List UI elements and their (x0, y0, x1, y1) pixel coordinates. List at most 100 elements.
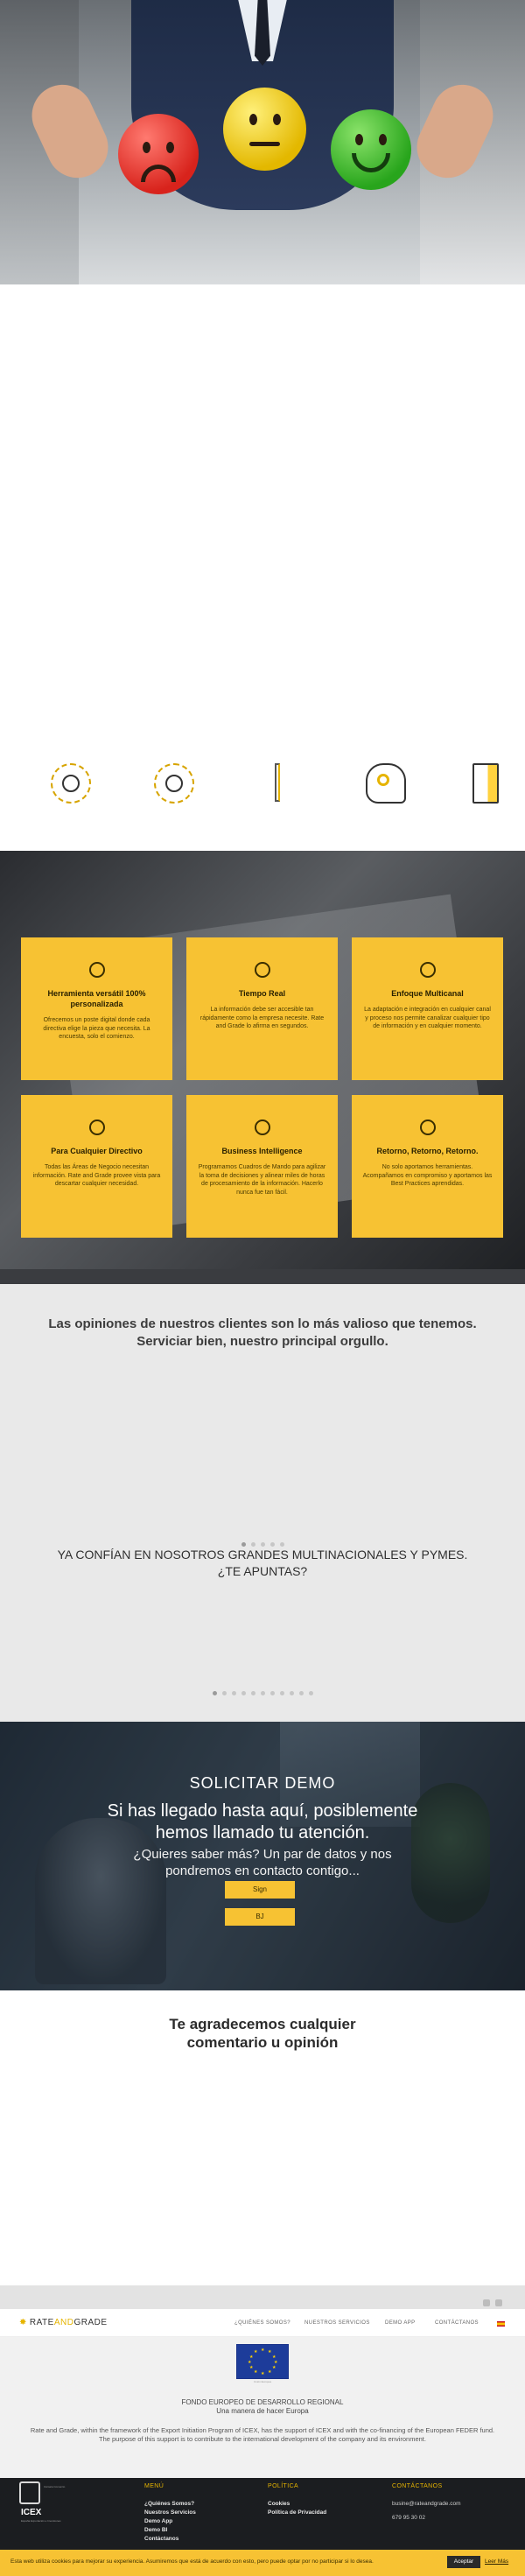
sad-face-icon (118, 114, 199, 194)
carousel-dot[interactable] (289, 1691, 294, 1695)
feature-card-title: Enfoque Multicanal (391, 989, 464, 998)
top-strip (0, 2285, 525, 2309)
site-logo[interactable]: ✸ RATEANDGRADE (19, 2318, 108, 2327)
demo-headline: Si has llegado hasta aquí, posiblemente … (52, 1800, 472, 1844)
head-gear-icon (366, 763, 406, 804)
cookie-text: Esta web utiliza cookies para mejorar su… (10, 2558, 374, 2565)
clients-carousel-dots[interactable] (0, 1682, 525, 1699)
cookie-read-more-link[interactable]: Leer Más (485, 2558, 508, 2565)
footer-contact-phone[interactable]: 679 95 30 02 (392, 2514, 461, 2523)
testimonials-heading-line: Serviciar bien, nuestro principal orgull… (136, 1334, 388, 1349)
carousel-dot[interactable] (231, 1691, 236, 1695)
carousel-dot[interactable] (308, 1691, 313, 1695)
feature-card-versatile: Herramienta versátil 100% personalizada … (21, 937, 172, 1080)
feedback-heading: Te agradecemos cualquier comentario u op… (52, 2015, 472, 2052)
features-section: Herramienta versátil 100% personalizada … (0, 851, 525, 1269)
carousel-dot[interactable] (221, 1691, 227, 1695)
section-divider (0, 1269, 525, 1284)
neutral-face-icon (223, 88, 306, 171)
feature-card-title: Retorno, Retorno, Retorno. (376, 1147, 479, 1155)
demo-button-secondary[interactable]: BJ (225, 1908, 295, 1926)
footer-policy-link[interactable]: Política de Privacidad (268, 2509, 326, 2517)
testimonials-heading-line: Las opiniones de nuestros clientes son l… (48, 1316, 477, 1331)
carousel-dot[interactable] (270, 1691, 275, 1695)
funding-text: Rate and Grade, within the framework of … (30, 2426, 495, 2443)
clients-heading-line: YA CONFÍAN EN NOSOTROS GRANDES MULTINACI… (57, 1548, 468, 1562)
feedback-heading-line: comentario u opinión (186, 2034, 339, 2051)
director-icon (88, 1120, 105, 1135)
feature-card-realtime: Tiempo Real La información debe ser acce… (186, 937, 338, 1080)
footer-contact-email[interactable]: busine@rateandgrade.com (392, 2500, 461, 2509)
funding-line2: Una manera de hacer Europa (216, 2407, 309, 2415)
chamber-logo-caption: Cámara Comercio (44, 2485, 66, 2488)
eu-flag-icon: ★ ★ ★ ★ ★ ★ ★ ★ ★ ★ ★ ★ (236, 2344, 289, 2379)
icon-row (0, 763, 525, 812)
chamber-logo-icon (19, 2481, 40, 2504)
site-header: ✸ RATEANDGRADE ¿QUIÉNES SOMOS? NUESTROS S… (0, 2309, 525, 2337)
demo-headline-line: hemos llamado tu atención. (155, 1823, 370, 1843)
footer-policy-column: POLÍTICA Cookies Política de Privacidad (268, 2483, 326, 2517)
footer-menu-column: MENÚ ¿Quiénes Somos? Nuestros Servicios … (144, 2483, 196, 2544)
demo-title: SOLICITAR DEMO (189, 1774, 336, 1792)
carousel-dot[interactable] (260, 1691, 265, 1695)
team-icon (51, 763, 91, 804)
nav-nuestros-servicios[interactable]: NUESTROS SERVICIOS (304, 2320, 370, 2326)
feature-card-multichannel: Enfoque Multicanal La adaptación e integ… (352, 937, 503, 1080)
feature-card-director: Para Cualquier Directivo Todas las Áreas… (21, 1095, 172, 1238)
testimonials-section: Las opiniones de nuestros clientes son l… (0, 1284, 525, 1722)
page: Herramienta versátil 100% personalizada … (0, 0, 525, 2576)
social-icons (478, 2293, 502, 2310)
carousel-dot[interactable] (279, 1691, 284, 1695)
demo-sub-line: pondremos en contacto contigo... (165, 1864, 360, 1878)
eu-flag-caption: Unión Europea (253, 2380, 271, 2383)
spain-flag-icon[interactable] (497, 2321, 505, 2327)
tools-icon (88, 962, 105, 978)
icex-logo-caption: España Exportación e Inversiones (21, 2519, 61, 2523)
footer-menu-link[interactable]: Demo BI (144, 2526, 196, 2535)
cookie-accept-button[interactable]: Aceptar (447, 2556, 480, 2568)
site-footer: Cámara Comercio ICEX España Exportación … (0, 2478, 525, 2550)
demo-headline-line: Si has llegado hasta aquí, posiblemente (107, 1801, 418, 1821)
footer-policy-link[interactable]: Cookies (268, 2500, 326, 2509)
nav-contactanos[interactable]: CONTÁCTANOS (435, 2320, 479, 2326)
social-icon[interactable] (483, 2299, 490, 2306)
footer-contact-column: CONTÁCTANOS busine@rateandgrade.com 679 … (392, 2483, 461, 2523)
expand-icon (419, 962, 436, 978)
footer-menu-link[interactable]: ¿Quiénes Somos? (144, 2500, 196, 2509)
carousel-dot[interactable] (212, 1691, 217, 1695)
demo-button-primary[interactable]: Sign (225, 1881, 295, 1899)
feature-card-title: Tiempo Real (238, 989, 286, 998)
feature-card-return: Retorno, Retorno, Retorno. No solo aport… (352, 1095, 503, 1238)
feedback-heading-line: Te agradecemos cualquier (169, 2016, 356, 2032)
footer-menu-link[interactable]: Contáctanos (144, 2535, 196, 2544)
feature-card-text: No solo aportamos herramientas. Acompaña… (362, 1164, 493, 1187)
footer-menu-link[interactable]: Nuestros Servicios (144, 2509, 196, 2517)
feature-card-title: Para Cualquier Directivo (51, 1147, 143, 1155)
icex-logo: ICEX (21, 2508, 42, 2517)
carousel-dot[interactable] (298, 1691, 304, 1695)
testimonials-heading: Las opiniones de nuestros clientes son l… (35, 1316, 490, 1351)
logo-text-rate: RATE (29, 2318, 54, 2327)
cookie-banner: Esta web utiliza cookies para mejorar su… (0, 2550, 525, 2576)
nav-quienes-somos[interactable]: ¿QUIÉNES SOMOS? (234, 2320, 290, 2326)
carousel-dot[interactable] (250, 1691, 256, 1695)
target-icon (254, 1120, 270, 1135)
demo-subheadline: ¿Quieres saber más? Un par de datos y no… (52, 1846, 472, 1879)
feature-card-text: La adaptación e integración en cualquier… (364, 1007, 491, 1029)
logo-text-and: AND (53, 2318, 74, 2327)
happy-face-icon (331, 109, 411, 190)
feature-card-title: Herramienta versátil 100% personalizada (47, 989, 146, 1008)
funding-line1: FONDO EUROPEO DE DESARROLLO REGIONAL (181, 2398, 344, 2406)
footer-contact-title: CONTÁCTANOS (392, 2483, 443, 2489)
meeting-icon (154, 763, 194, 804)
clients-heading: YA CONFÍAN EN NOSOTROS GRANDES MULTINACI… (35, 1547, 490, 1580)
social-icon[interactable] (495, 2299, 502, 2306)
feature-card-bi: Business Intelligence Programamos Cuadro… (186, 1095, 338, 1238)
carousel-dot[interactable] (241, 1691, 246, 1695)
feature-card-title: Business Intelligence (221, 1147, 303, 1155)
feature-card-text: Ofrecemos un poste digital donde cada di… (43, 1017, 150, 1040)
hero-image (0, 0, 525, 284)
refresh-icon (419, 1120, 436, 1135)
nav-demo-app[interactable]: DEMO APP (385, 2320, 416, 2326)
footer-menu-link[interactable]: Demo App (144, 2517, 196, 2526)
